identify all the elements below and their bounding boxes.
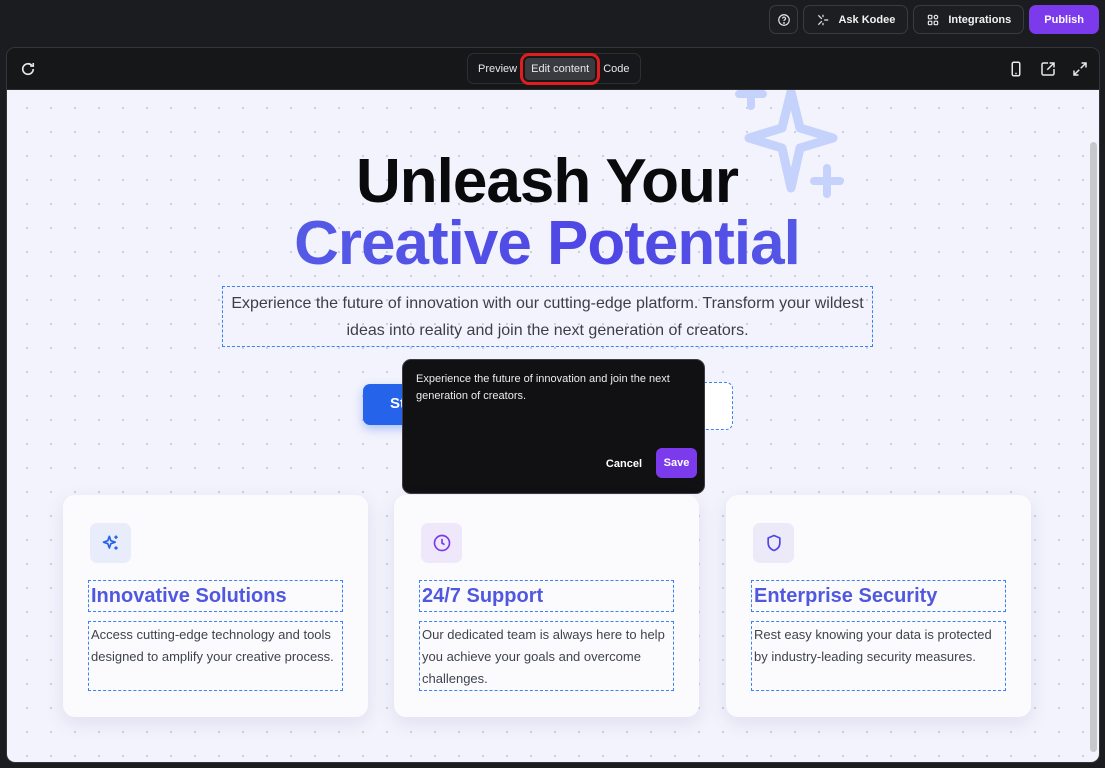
- integrations-button[interactable]: Integrations: [913, 5, 1025, 34]
- sparkles-icon: [102, 535, 118, 550]
- ask-kodee-button[interactable]: Ask Kodee: [803, 5, 909, 34]
- sparkle-icon: [818, 14, 829, 25]
- feature-title[interactable]: Innovative Solutions: [88, 580, 343, 612]
- integrations-label: Integrations: [948, 13, 1012, 26]
- publish-label: Publish: [1044, 13, 1084, 26]
- top-actions: Ask Kodee Integrations Publish: [769, 5, 1099, 34]
- feature-title[interactable]: 24/7 Support: [419, 580, 674, 612]
- canvas-scrollbar[interactable]: [1090, 142, 1097, 752]
- external-link-icon[interactable]: [1039, 60, 1057, 78]
- shield-icon: [766, 534, 781, 552]
- hero-title-line1: Unleash Your: [356, 147, 739, 216]
- publish-button[interactable]: Publish: [1029, 5, 1099, 34]
- frame-right-actions: [1007, 60, 1089, 78]
- edit-text-popup: Experience the future of innovation and …: [402, 359, 705, 494]
- tab-preview[interactable]: Preview: [472, 58, 523, 80]
- feature-description[interactable]: Access cutting-edge technology and tools…: [88, 621, 343, 691]
- site-canvas: Unleash Your Creative Potential Experien…: [7, 90, 1099, 762]
- clock-icon: [433, 534, 450, 552]
- preview-frame: Preview Edit content Code Unleash Your C…: [6, 47, 1100, 763]
- hero-title-line2: Creative Potential: [7, 208, 1087, 279]
- tab-code[interactable]: Code: [597, 58, 635, 80]
- reload-icon[interactable]: [19, 60, 37, 78]
- fullscreen-icon[interactable]: [1071, 60, 1089, 78]
- mobile-icon[interactable]: [1007, 60, 1025, 78]
- ask-kodee-label: Ask Kodee: [838, 13, 896, 26]
- help-circle-icon: [778, 13, 790, 26]
- feature-icon-box: [753, 523, 794, 563]
- help-button[interactable]: [769, 5, 799, 34]
- tab-edit-content[interactable]: Edit content: [520, 52, 601, 85]
- feature-description[interactable]: Our dedicated team is always here to hel…: [419, 621, 674, 691]
- feature-icon-box: [90, 523, 131, 563]
- grid-icon: [928, 14, 939, 25]
- feature-title[interactable]: Enterprise Security: [751, 580, 1006, 612]
- hero-subtitle[interactable]: Experience the future of innovation with…: [222, 286, 873, 347]
- feature-icon-box: [421, 523, 462, 563]
- mode-tabs: Preview Edit content Code: [467, 52, 641, 85]
- save-button[interactable]: Save: [656, 448, 697, 478]
- top-bar: Ask Kodee Integrations Publish: [0, 0, 1105, 46]
- edit-textarea[interactable]: Experience the future of innovation and …: [416, 371, 691, 405]
- frame-toolbar: Preview Edit content Code: [7, 48, 1099, 90]
- feature-card-security: Enterprise Security Rest easy knowing yo…: [726, 495, 1031, 717]
- feature-card-support: 24/7 Support Our dedicated team is alway…: [394, 495, 699, 717]
- feature-description[interactable]: Rest easy knowing your data is protected…: [751, 621, 1006, 691]
- feature-card-innovative: Innovative Solutions Access cutting-edge…: [63, 495, 368, 717]
- cancel-button[interactable]: Cancel: [606, 458, 642, 470]
